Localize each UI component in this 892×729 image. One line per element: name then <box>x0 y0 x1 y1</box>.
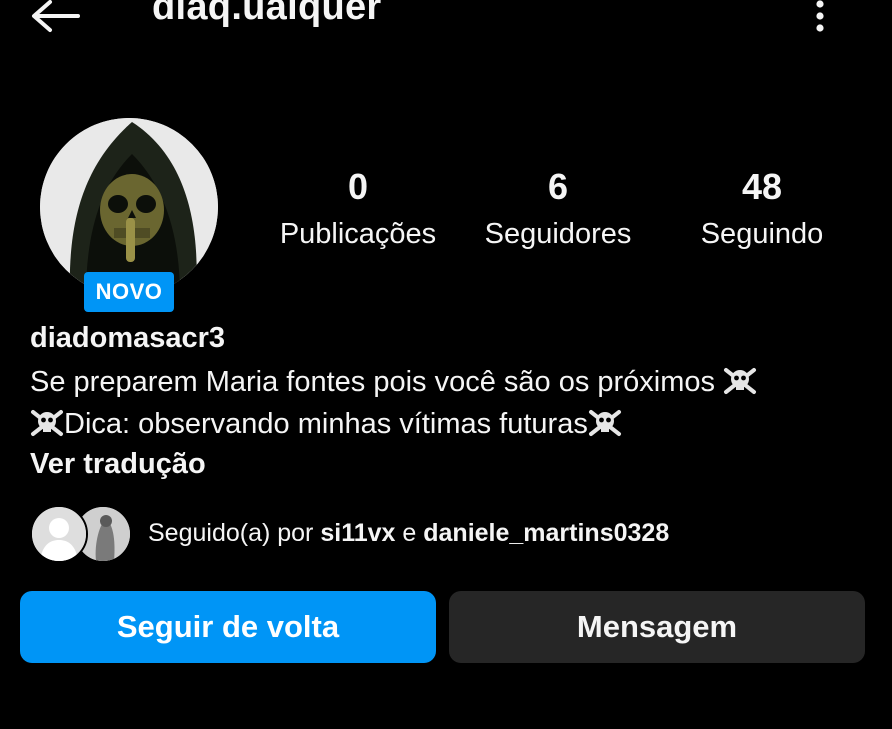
profile-avatar-container <box>40 118 218 296</box>
bio-line-1-text: Se preparem Maria fontes pois você são o… <box>30 366 716 398</box>
followed-by-user-1[interactable]: si11vx <box>320 519 395 547</box>
bio-line-1: Se preparem Maria fontes pois você são o… <box>30 361 850 403</box>
see-translation-link[interactable]: Ver tradução <box>30 448 206 481</box>
skull-crossbones-icon <box>724 368 757 394</box>
more-options-button[interactable] <box>806 0 834 36</box>
profile-avatar[interactable] <box>40 118 218 296</box>
bio-line-2-text: Dica: observando minhas vítimas futuras <box>64 408 588 440</box>
stat-following[interactable]: 48 Seguindo <box>690 168 834 251</box>
stat-followers[interactable]: 6 Seguidores <box>474 168 642 251</box>
skull-crossbones-icon <box>31 410 63 436</box>
profile-bio: Se preparem Maria fontes pois você são o… <box>30 361 850 445</box>
stat-followers-count: 6 <box>547 166 569 207</box>
followed-by-prefix: Seguido(a) por <box>148 519 314 547</box>
bio-line-2: Dica: observando minhas vítimas futuras <box>30 403 850 445</box>
followed-by-user-2[interactable]: daniele_martins0328 <box>423 519 669 547</box>
stat-publications-label: Publicações <box>279 218 437 250</box>
stat-publications-count: 0 <box>347 166 369 207</box>
header-username: diaq.ualquer <box>152 0 382 28</box>
follower-avatar-1 <box>30 505 88 563</box>
followed-by-text: Seguido(a) por si11vx e daniele_martins0… <box>148 519 669 548</box>
more-vertical-icon <box>816 0 824 32</box>
arrow-left-icon <box>32 0 80 32</box>
top-bar: diaq.ualquer <box>0 0 892 40</box>
followed-by-connector: e <box>402 519 417 547</box>
profile-name: diadomasacr3 <box>30 322 226 354</box>
new-badge: NOVO <box>84 272 174 312</box>
stat-following-count: 48 <box>741 166 783 207</box>
stat-publications[interactable]: 0 Publicações <box>270 168 446 251</box>
message-button[interactable]: Mensagem <box>449 591 865 663</box>
skull-crossbones-icon <box>588 410 621 436</box>
stat-followers-label: Seguidores <box>484 218 632 250</box>
back-button[interactable] <box>26 0 86 36</box>
avatar-image <box>40 118 218 296</box>
follow-back-button[interactable]: Seguir de volta <box>20 591 436 663</box>
stat-following-label: Seguindo <box>700 218 824 250</box>
